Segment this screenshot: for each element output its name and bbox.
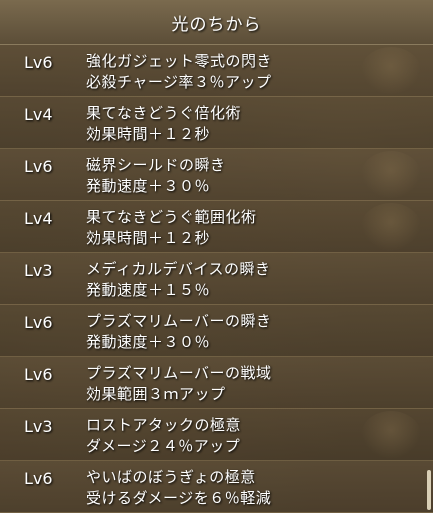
skill-effect: ダメージ２４％アップ (86, 437, 241, 455)
skill-effect: 効果範囲３ｍアップ (86, 385, 226, 403)
panel-header: 光のちから (0, 0, 433, 45)
skill-level: Lv6 (24, 365, 53, 384)
skill-row[interactable]: Lv6 プラズマリムーバーの瞬き 発動速度＋３０％ (0, 305, 433, 357)
skill-level: Lv6 (24, 53, 53, 72)
skill-row[interactable]: Lv3 ロストアタックの極意 ダメージ２４％アップ (0, 409, 433, 461)
skill-effect: 発動速度＋１５％ (86, 281, 211, 299)
skill-name: やいばのぼうぎょの極意 (86, 468, 256, 486)
skill-name: プラズマリムーバーの瞬き (86, 312, 272, 330)
skill-level: Lv3 (24, 417, 53, 436)
skill-effect: 効果時間＋１２秒 (86, 125, 211, 143)
skill-effect: 必殺チャージ率３％アップ (86, 73, 272, 91)
skill-level: Lv6 (24, 313, 53, 332)
skill-effect: 受けるダメージを６％軽減 (86, 489, 272, 507)
panel-title: 光のちから (171, 14, 262, 35)
skill-level: Lv6 (24, 469, 53, 488)
skill-row[interactable]: Lv6 強化ガジェット零式の閃き 必殺チャージ率３％アップ (0, 45, 433, 97)
skill-effect: 発動速度＋３０％ (86, 177, 211, 195)
slime-watermark-icon (361, 47, 421, 95)
skill-row[interactable]: Lv6 磁界シールドの瞬き 発動速度＋３０％ (0, 149, 433, 201)
skill-name: 果てなきどうぐ倍化術 (86, 104, 242, 122)
slime-watermark-icon (361, 151, 421, 199)
skill-effect: 発動速度＋３０％ (86, 333, 211, 351)
slime-watermark-icon (361, 411, 421, 459)
skill-name: メディカルデバイスの瞬き (86, 260, 271, 278)
skill-row[interactable]: Lv6 やいばのぼうぎょの極意 受けるダメージを６％軽減 (0, 461, 433, 513)
skill-row[interactable]: Lv4 果てなきどうぐ倍化術 効果時間＋１２秒 (0, 97, 433, 149)
slime-watermark-icon (361, 203, 421, 251)
skill-level: Lv4 (24, 105, 53, 124)
skill-effect: 効果時間＋１２秒 (86, 229, 211, 247)
skill-level: Lv6 (24, 157, 53, 176)
skill-name: 強化ガジェット零式の閃き (86, 52, 273, 70)
skill-name: 磁界シールドの瞬き (86, 156, 226, 174)
skill-level: Lv3 (24, 261, 53, 280)
skill-panel: 光のちから Lv6 強化ガジェット零式の閃き 必殺チャージ率３％アップ Lv4 … (0, 0, 433, 513)
skill-level: Lv4 (24, 209, 53, 228)
skill-row[interactable]: Lv6 プラズマリムーバーの戦域 効果範囲３ｍアップ (0, 357, 433, 409)
skill-row[interactable]: Lv4 果てなきどうぐ範囲化術 効果時間＋１２秒 (0, 201, 433, 253)
skill-name: ロストアタックの極意 (86, 416, 242, 434)
skill-list: Lv6 強化ガジェット零式の閃き 必殺チャージ率３％アップ Lv4 果てなきどう… (0, 45, 433, 513)
scrollbar-thumb[interactable] (427, 470, 431, 510)
skill-name: プラズマリムーバーの戦域 (86, 364, 272, 382)
skill-row[interactable]: Lv3 メディカルデバイスの瞬き 発動速度＋１５％ (0, 253, 433, 305)
skill-name: 果てなきどうぐ範囲化術 (86, 208, 257, 226)
